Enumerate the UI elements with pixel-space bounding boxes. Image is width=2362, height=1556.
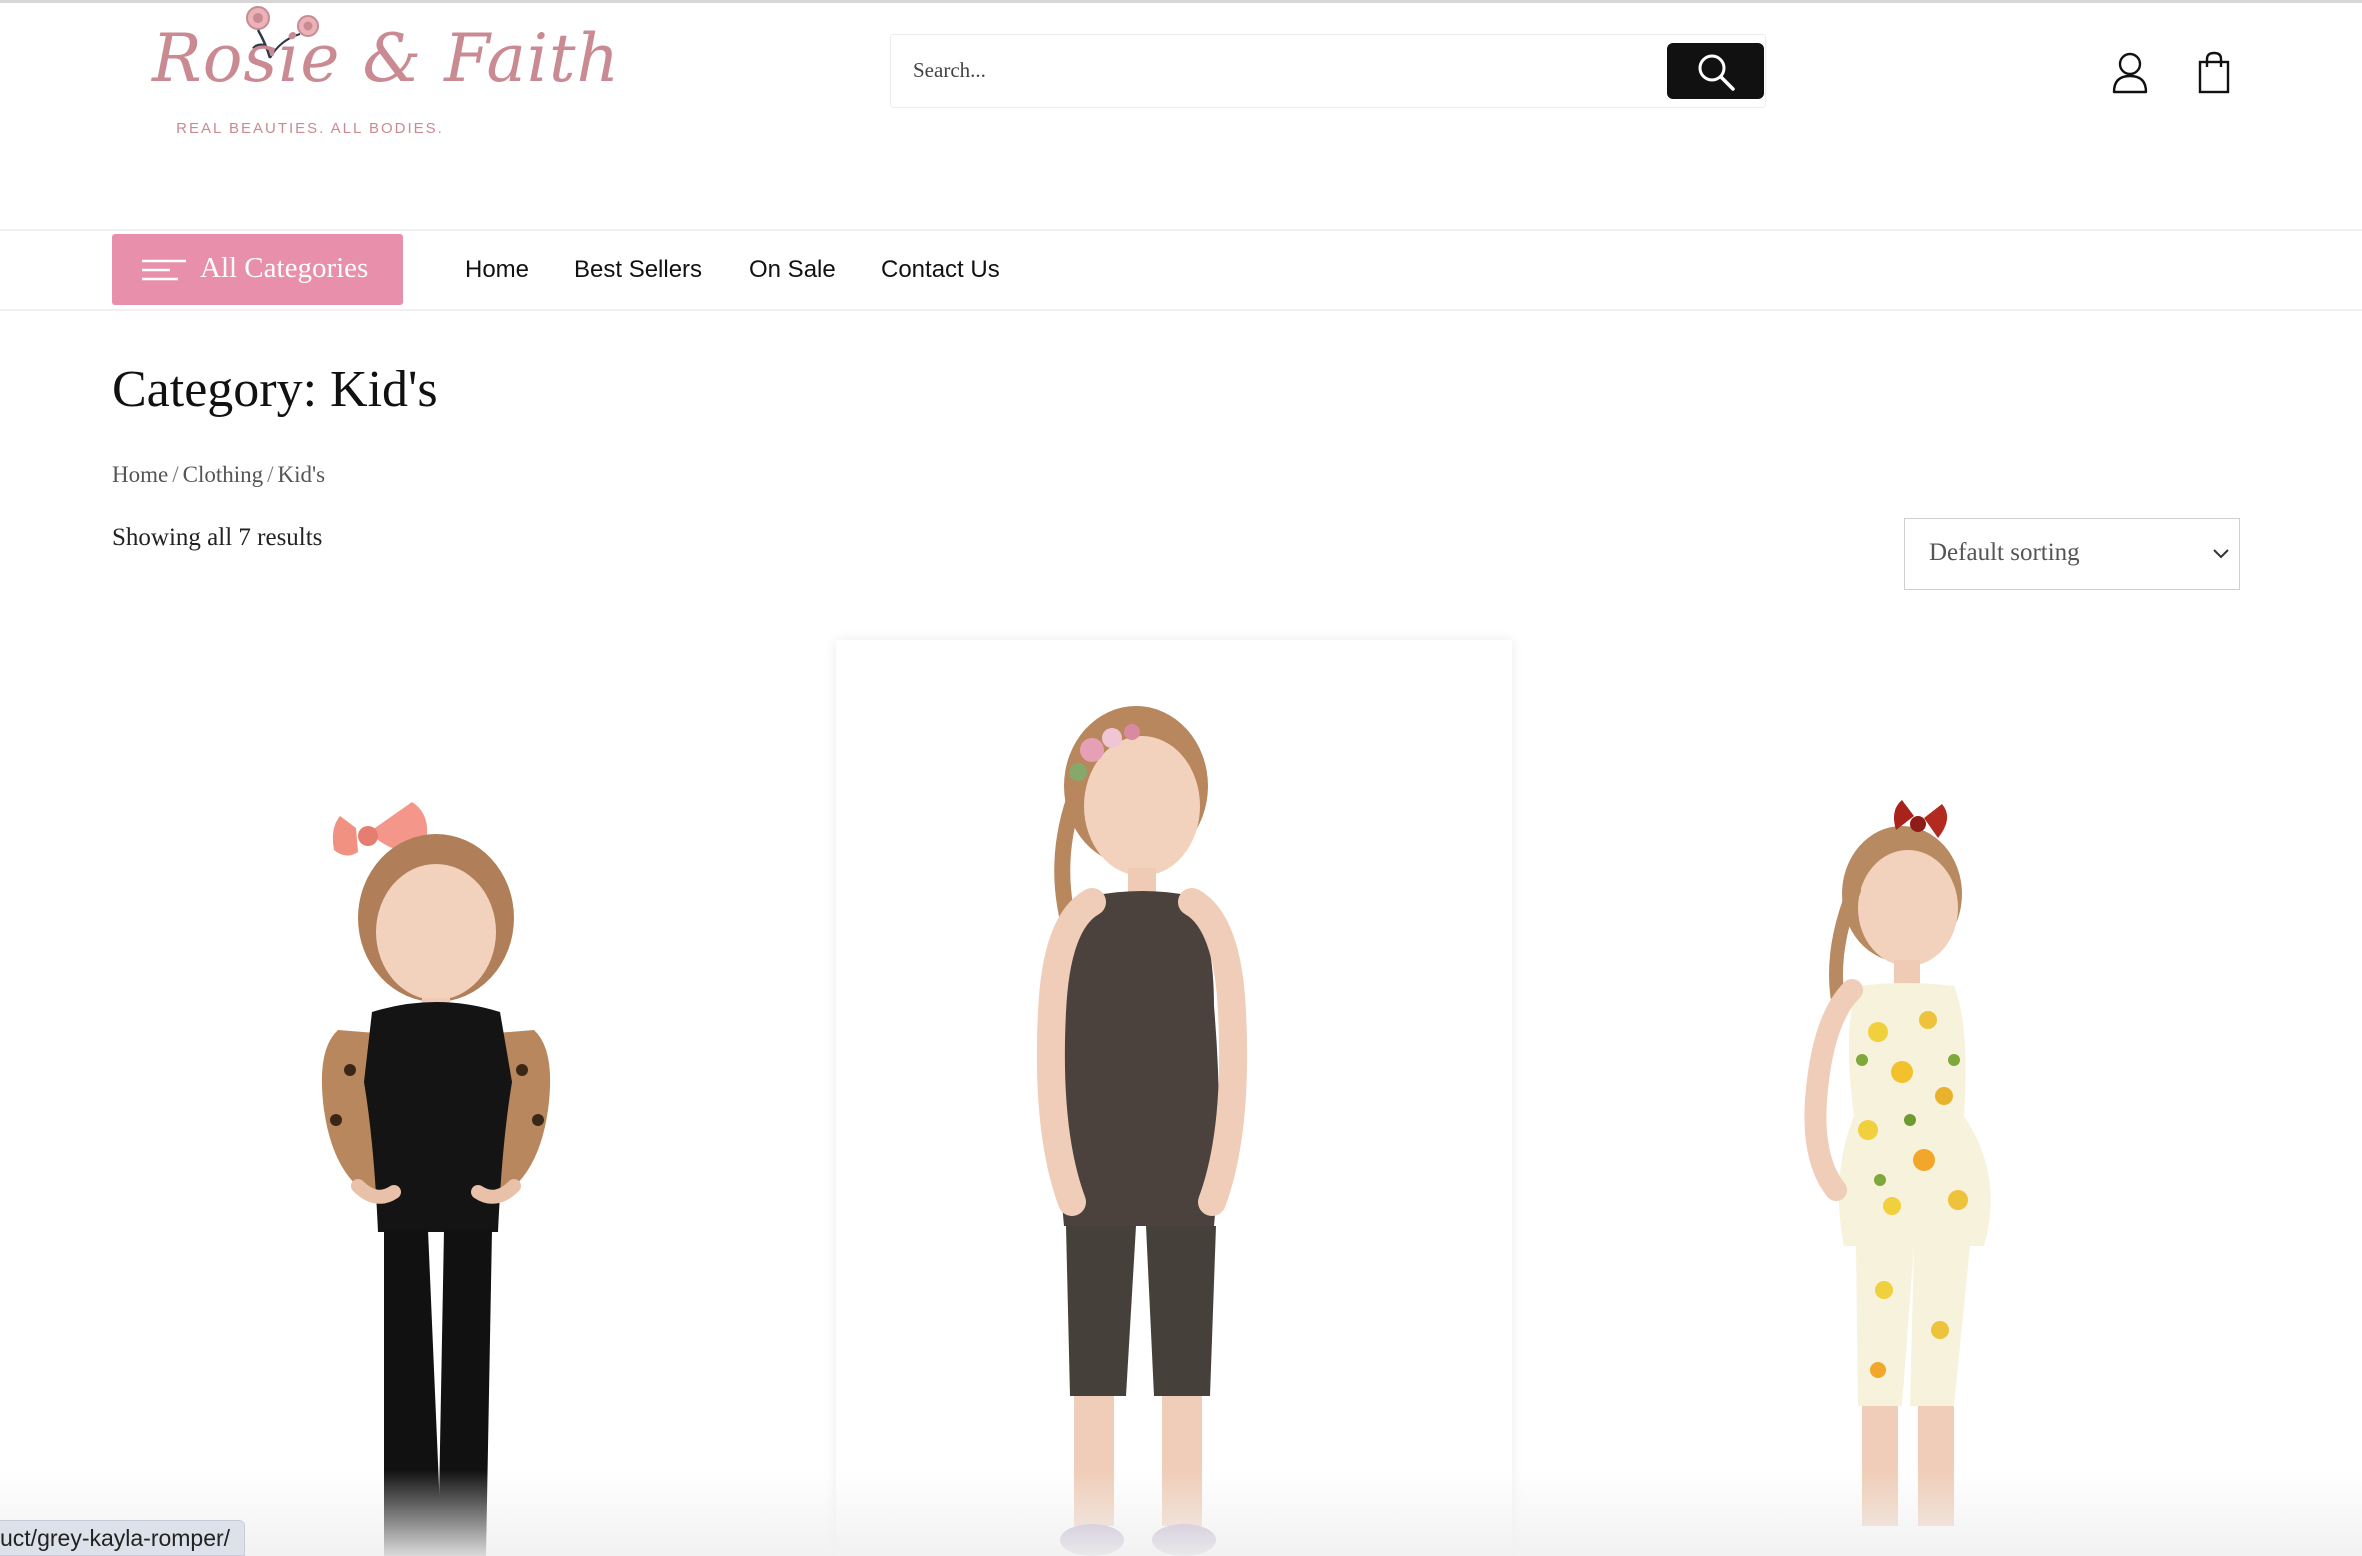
top-border: [0, 0, 2362, 3]
breadcrumb-current: Kid's: [277, 462, 326, 487]
result-count: Showing all 7 results: [112, 524, 323, 551]
product-card[interactable]: [1562, 640, 2238, 1556]
viewport-fade: [0, 1470, 2362, 1556]
menu-icon: [142, 259, 186, 281]
nav-contact-us[interactable]: Contact Us: [881, 256, 1000, 284]
breadcrumb-clothing[interactable]: Clothing: [183, 462, 264, 487]
sort-dropdown[interactable]: Default sorting: [1904, 518, 2240, 590]
all-categories-button[interactable]: All Categories: [112, 234, 403, 305]
product-image: [321, 802, 551, 1556]
breadcrumb: Home / Clothing / Kid's: [112, 462, 326, 487]
logo-tagline: REAL BEAUTIES. ALL BODIES.: [176, 120, 444, 137]
page-title: Category: Kid's: [112, 361, 438, 418]
product-card[interactable]: [836, 640, 1512, 1556]
nav-home[interactable]: Home: [465, 256, 529, 284]
product-image: [1036, 706, 1248, 1556]
chevron-down-icon: [2213, 549, 2229, 559]
product-image: [1804, 800, 1991, 1526]
user-icon: [2112, 52, 2148, 94]
account-button[interactable]: [2108, 50, 2152, 94]
nav-best-sellers[interactable]: Best Sellers: [574, 256, 702, 284]
status-bar-url: uct/grey-kayla-romper/: [0, 1520, 246, 1556]
shopping-bag-icon: [2198, 51, 2230, 94]
nav-divider-top: [0, 229, 2362, 231]
sort-selected: Default sorting: [1929, 539, 2080, 566]
brand-logo[interactable]: Rosie & Faith REAL BEAUTIES. ALL BODIES.: [148, 4, 620, 144]
all-categories-label: All Categories: [200, 252, 369, 284]
nav-on-sale[interactable]: On Sale: [749, 256, 836, 284]
breadcrumb-home[interactable]: Home: [112, 462, 168, 487]
logo-wordmark: Rosie & Faith: [152, 20, 620, 97]
search-bar: [890, 34, 1766, 108]
product-card[interactable]: [110, 640, 786, 1556]
cart-button[interactable]: [2192, 50, 2236, 94]
nav-divider-bottom: [0, 309, 2362, 311]
search-input[interactable]: [891, 35, 1651, 105]
search-button[interactable]: [1667, 43, 1764, 99]
search-icon: [1698, 54, 1735, 91]
